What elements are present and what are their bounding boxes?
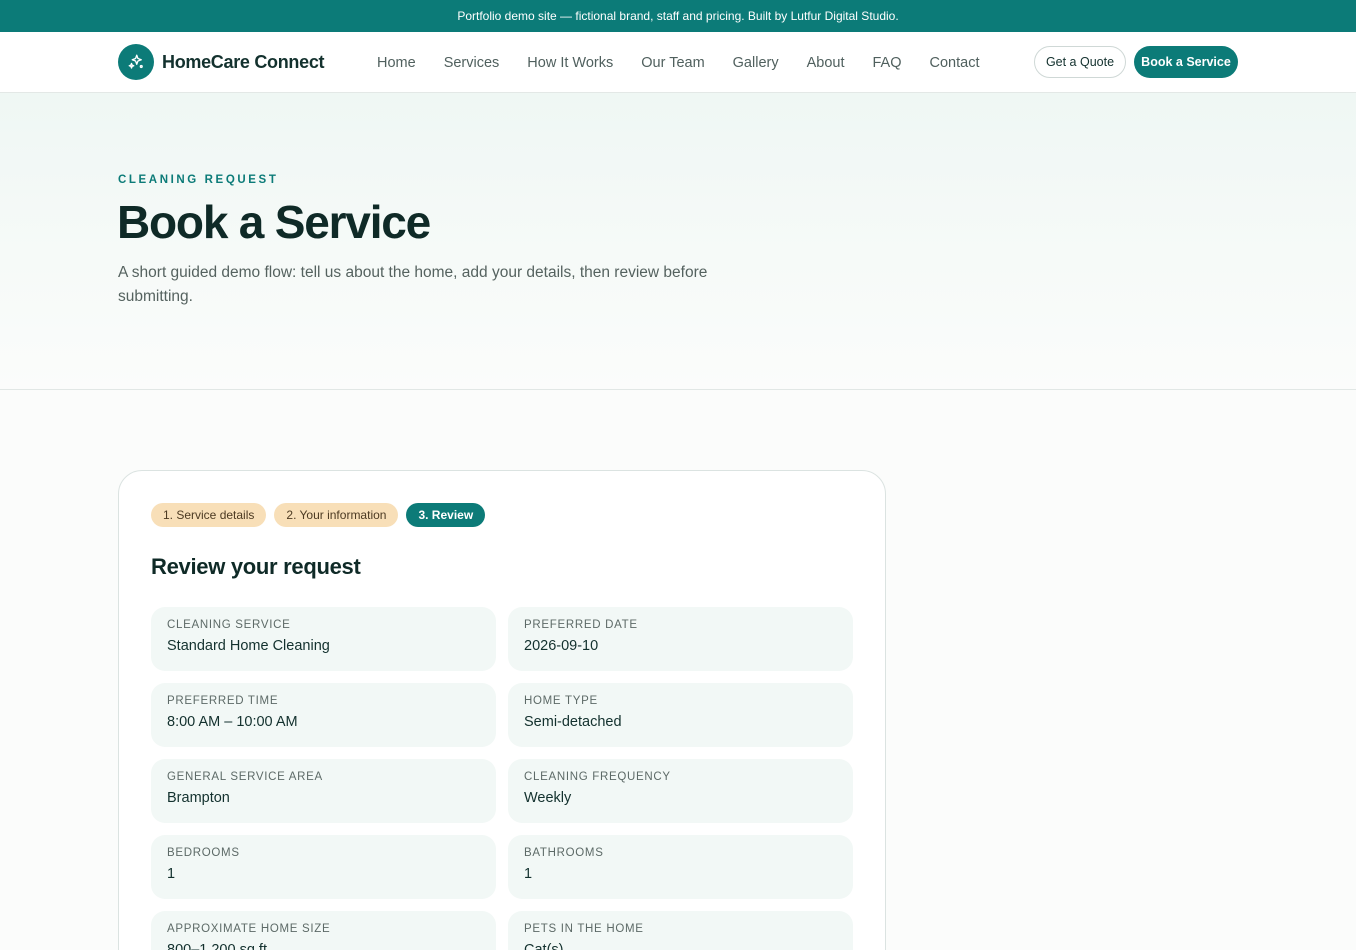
summary-item: CLEANING FREQUENCY Weekly [508, 759, 853, 823]
nav-gallery[interactable]: Gallery [719, 55, 793, 71]
sparkle-icon [118, 44, 154, 80]
summary-label: PETS IN THE HOME [524, 923, 644, 935]
summary-item: PETS IN THE HOME Cat(s) [508, 911, 853, 950]
summary-label: PREFERRED TIME [167, 695, 279, 707]
demo-banner-text: Portfolio demo site — fictional brand, s… [457, 9, 899, 23]
nav-faq[interactable]: FAQ [859, 55, 916, 71]
main-nav: Home Services How It Works Our Team Gall… [363, 32, 994, 93]
summary-label: BEDROOMS [167, 847, 240, 859]
nav-how-it-works[interactable]: How It Works [513, 55, 627, 71]
summary-value: 8:00 AM – 10:00 AM [167, 714, 298, 730]
hero-eyebrow: CLEANING REQUEST [118, 174, 279, 186]
summary-value: 800–1,200 sq ft [167, 942, 267, 950]
summary-item: APPROXIMATE HOME SIZE 800–1,200 sq ft [151, 911, 496, 950]
nav-home[interactable]: Home [363, 55, 430, 71]
brand-name: HomeCare Connect [162, 51, 325, 72]
nav-about[interactable]: About [793, 55, 859, 71]
summary-item: BATHROOMS 1 [508, 835, 853, 899]
hero-subtitle: A short guided demo flow: tell us about … [118, 264, 708, 305]
summary-label: HOME TYPE [524, 695, 598, 707]
review-summary-grid: CLEANING SERVICE Standard Home Cleaning … [151, 607, 853, 950]
summary-item: HOME TYPE Semi-detached [508, 683, 853, 747]
summary-label: GENERAL SERVICE AREA [167, 771, 323, 783]
brand-logo-link[interactable]: HomeCare Connect [118, 44, 325, 80]
summary-item: BEDROOMS 1 [151, 835, 496, 899]
step-your-information[interactable]: 2. Your information [274, 503, 399, 527]
booking-form-card: 1. Service details 2. Your information 3… [118, 470, 886, 950]
page-title: Book a Service [117, 196, 431, 248]
site-header: HomeCare Connect Home Services How It Wo… [0, 32, 1356, 93]
summary-label: APPROXIMATE HOME SIZE [167, 923, 331, 935]
summary-value: Brampton [167, 790, 230, 806]
summary-value: 1 [524, 866, 533, 882]
summary-item: GENERAL SERVICE AREA Brampton [151, 759, 496, 823]
summary-value: 1 [167, 866, 176, 882]
summary-value: Weekly [524, 790, 572, 806]
summary-value: Semi-detached [524, 714, 622, 730]
summary-item: CLEANING SERVICE Standard Home Cleaning [151, 607, 496, 671]
summary-label: CLEANING FREQUENCY [524, 771, 671, 783]
step-service-details[interactable]: 1. Service details [151, 503, 267, 527]
summary-label: PREFERRED DATE [524, 619, 638, 631]
book-service-button[interactable]: Book a Service [1134, 46, 1238, 78]
summary-value: Standard Home Cleaning [167, 638, 330, 654]
summary-label: CLEANING SERVICE [167, 619, 291, 631]
nav-contact[interactable]: Contact [916, 55, 994, 71]
step-review[interactable]: 3. Review [406, 503, 486, 527]
nav-services[interactable]: Services [430, 55, 514, 71]
get-quote-button[interactable]: Get a Quote [1034, 46, 1126, 78]
summary-item: PREFERRED TIME 8:00 AM – 10:00 AM [151, 683, 496, 747]
summary-label: BATHROOMS [524, 847, 604, 859]
hero-section: CLEANING REQUEST Book a Service A short … [0, 93, 1356, 390]
review-heading: Review your request [151, 554, 361, 579]
summary-value: 2026-09-10 [524, 638, 599, 654]
summary-item: PREFERRED DATE 2026-09-10 [508, 607, 853, 671]
demo-banner: Portfolio demo site — fictional brand, s… [0, 0, 1356, 32]
summary-value: Cat(s) [524, 942, 564, 950]
step-indicator: 1. Service details 2. Your information 3… [151, 503, 493, 527]
nav-our-team[interactable]: Our Team [627, 55, 718, 71]
